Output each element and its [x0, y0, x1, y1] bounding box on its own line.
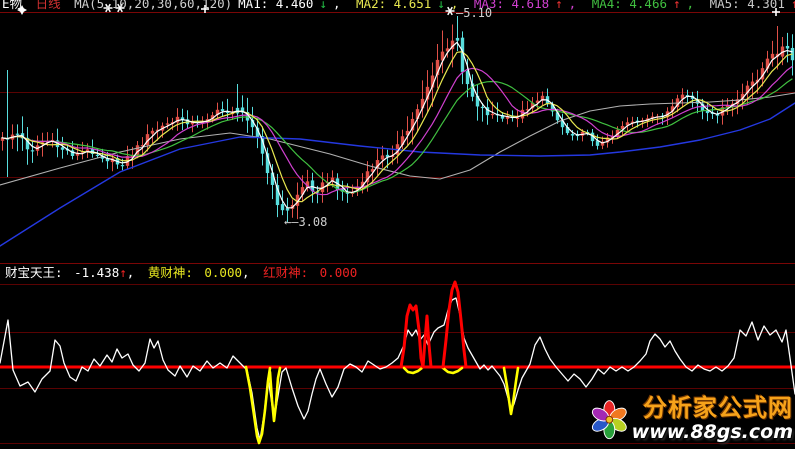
watermark-site-name: 分析家公式网	[643, 395, 793, 421]
separator: ,	[127, 265, 135, 280]
ma4-trend-arrow-icon: ↑	[673, 0, 681, 11]
ma-values-list: MA1: 4.460↓, MA2: 4.651↓, MA3: 4.618↑, M…	[238, 0, 795, 11]
flower-logo-icon	[591, 392, 628, 446]
period-label[interactable]: 日线	[36, 0, 61, 11]
ma1-trend-arrow-icon: ↓	[319, 0, 327, 11]
yellow-series-name: 黄财神:	[148, 265, 193, 280]
indicator-arrow-icon: ↑	[119, 265, 127, 280]
ma2-readout: MA2: 4.651↓,	[356, 0, 472, 11]
red-series-value: 0.000	[320, 265, 358, 280]
main-chart-header: E物 日线 MA(5,10,20,30,60,120) MA1: 4.460↓, …	[2, 0, 795, 11]
ma3-readout: MA3: 4.618↑,	[474, 0, 590, 11]
yellow-series-value: 0.000	[204, 265, 242, 280]
ma5-readout: MA5: 4.301↑,	[710, 0, 795, 11]
ma4-readout: MA4: 4.466↑,	[592, 0, 708, 11]
ma2-trend-arrow-icon: ↓	[437, 0, 445, 11]
indicator-header: 财宝天王: -1.438↑, 黄财神: 0.000, 红财神: 0.000	[5, 266, 357, 280]
indicator-name: 财宝天王:	[5, 265, 63, 280]
ma1-readout: MA1: 4.460↓,	[238, 0, 354, 11]
watermark: 分析家公式网 www.88gs.com	[591, 391, 793, 447]
ma3-trend-arrow-icon: ↑	[555, 0, 563, 11]
ma-spec-label: MA(5,10,20,30,60,120)	[74, 0, 232, 11]
ma5-trend-arrow-icon: ↑	[791, 0, 795, 11]
price-low-annotation: ←—3.08	[284, 215, 327, 229]
separator: ,	[242, 265, 250, 280]
red-series-name: 红财神:	[263, 265, 308, 280]
app-window: E物 日线 MA(5,10,20,30,60,120) MA1: 4.460↓, …	[0, 0, 795, 449]
stock-name: E物	[2, 0, 22, 11]
indicator-value: -1.438	[74, 265, 119, 280]
chart-canvas[interactable]	[0, 0, 795, 449]
watermark-url: www.88gs.com	[632, 421, 793, 443]
